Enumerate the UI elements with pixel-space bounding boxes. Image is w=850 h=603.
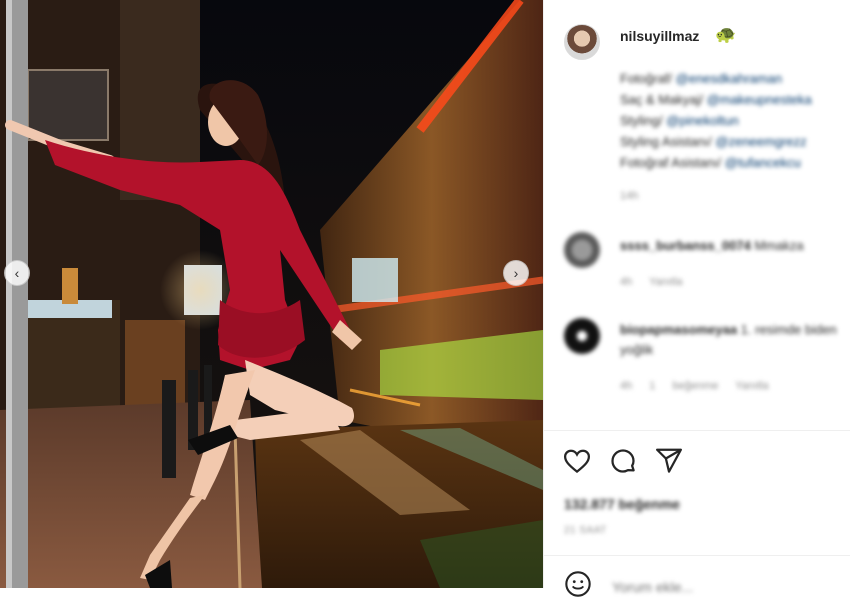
comment-input[interactable]: [610, 578, 814, 596]
caption-line: Fotoğraf Asistanı/ @tufancekcu: [620, 152, 850, 173]
caption-tag[interactable]: @pinekoltun: [666, 113, 738, 128]
caption-line: Saç & Makyaj/ @makeupnesteka: [620, 89, 850, 110]
post-image: [0, 0, 543, 588]
chevron-left-icon: ‹: [14, 265, 20, 281]
comment-meta[interactable]: 4h 1 beğenme Yanıtla: [620, 380, 769, 392]
caption-label: Saç & Makyaj/: [620, 92, 707, 107]
caption-tag[interactable]: @enesdkahraman: [676, 71, 782, 86]
comment-text: ssss_burbanss_0074 Mmakza: [620, 236, 850, 256]
caption-label: Styling/: [620, 113, 667, 128]
divider: [544, 555, 850, 556]
post-caption: Fotoğraf/ @enesdkahraman Saç & Makyaj/ @…: [620, 68, 850, 173]
share-icon: [656, 448, 682, 473]
post-details-panel: nilsuyillmaz 🐢 Fotoğraf/ @enesdkahraman …: [543, 0, 850, 597]
caption-line: Fotoğraf/ @enesdkahraman: [620, 68, 850, 89]
smiley-icon: [565, 571, 591, 597]
avatar[interactable]: [564, 232, 600, 268]
heart-icon: [563, 449, 591, 474]
divider: [544, 430, 850, 431]
post-username[interactable]: nilsuyillmaz: [620, 28, 699, 44]
likes-count[interactable]: 132.877 beğenme: [564, 496, 680, 512]
post-timestamp: 21 SAAT: [564, 525, 607, 536]
chevron-right-icon: ›: [513, 265, 519, 281]
comment-body: Mmakza: [754, 238, 804, 253]
caption-tag[interactable]: @tufancekcu: [725, 155, 801, 170]
previous-photo-button[interactable]: ‹: [4, 260, 30, 286]
comment-username[interactable]: biopapmasomeyaa: [620, 322, 737, 337]
like-button[interactable]: [562, 446, 592, 476]
avatar[interactable]: [564, 24, 600, 60]
comment-username[interactable]: ssss_burbanss_0074: [620, 238, 751, 253]
comment-button[interactable]: [608, 446, 638, 476]
caption-line: Styling Asistanı/ @zeneemgrezz: [620, 131, 850, 152]
comment-icon: [611, 449, 635, 473]
next-photo-button[interactable]: ›: [503, 260, 529, 286]
post-header: nilsuyillmaz 🐢: [544, 0, 850, 72]
comment-meta[interactable]: 4h Yanıtla: [620, 276, 683, 288]
comment-text: biopapmasomeyaa 1. resimde biden yoğlik: [620, 320, 850, 360]
caption-tag[interactable]: @makeupnesteka: [707, 92, 812, 107]
caption-timestamp: 14h: [620, 190, 639, 202]
turtle-icon: 🐢: [715, 25, 737, 44]
share-button[interactable]: [654, 446, 684, 476]
avatar[interactable]: [564, 318, 600, 354]
post-photo: ‹ ›: [0, 0, 543, 588]
caption-label: Styling Asistanı/: [620, 134, 716, 149]
caption-label: Fotoğraf Asistanı/: [620, 155, 725, 170]
emoji-button[interactable]: [564, 570, 592, 598]
caption-line: Styling/ @pinekoltun: [620, 110, 850, 131]
caption-tag[interactable]: @zeneemgrezz: [715, 134, 806, 149]
caption-label: Fotoğraf/: [620, 71, 676, 86]
